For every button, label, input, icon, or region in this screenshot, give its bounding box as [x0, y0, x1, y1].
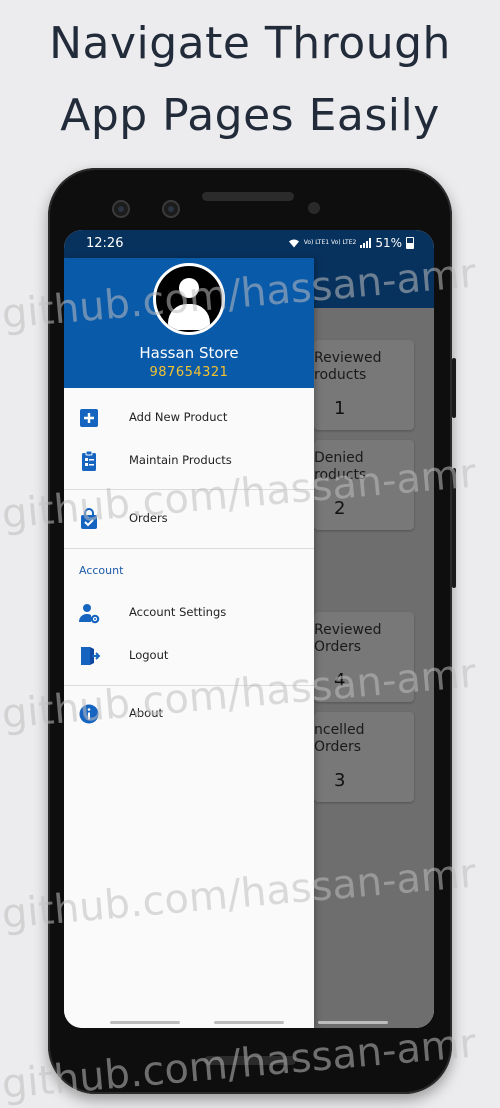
gesture-navigation-bar[interactable]: [64, 1018, 434, 1028]
info-icon: [79, 704, 99, 724]
network-label: Vo) LTE1 Vo) LTE2: [303, 239, 357, 246]
menu-item-label: Maintain Products: [129, 453, 232, 467]
signal-icon: [360, 238, 372, 248]
add-box-icon: [80, 409, 98, 427]
status-bar: 12:26 Vo) LTE1 Vo) LTE2 51%: [64, 230, 434, 258]
card-label: Orders: [314, 739, 362, 755]
menu-item-maintain-products[interactable]: Maintain Products: [64, 441, 314, 481]
front-camera-icon: [112, 200, 130, 218]
user-settings-icon: [79, 604, 100, 624]
front-camera-icon: [162, 200, 180, 218]
bottom-speaker: [204, 1056, 296, 1065]
navigation-drawer: Hassan Store 987654321 Add New Product M…: [64, 258, 314, 1028]
card-cancelled-orders[interactable]: ncelled Orders 3: [314, 712, 414, 802]
card-reviewed-products[interactable]: Reviewed roducts 1: [314, 340, 414, 430]
nav-indicator: [318, 1021, 388, 1024]
card-value: 4: [334, 670, 346, 691]
card-label: Reviewed: [314, 350, 382, 366]
headline-line-1: Navigate Through: [49, 18, 451, 69]
divider: [64, 548, 314, 549]
card-value: 2: [334, 498, 346, 519]
background-dashboard: Reviewed roducts 1 Denied roducts 2 Review…: [314, 258, 434, 1028]
power-button: [452, 468, 456, 588]
card-label: ncelled: [314, 722, 365, 738]
card-label: Denied: [314, 450, 364, 466]
card-label: Reviewed: [314, 622, 382, 638]
divider: [64, 685, 314, 686]
drawer-header: Hassan Store 987654321: [64, 258, 314, 388]
menu-item-label: Add New Product: [129, 410, 228, 424]
phone-screen: 12:26 Vo) LTE1 Vo) LTE2 51% Reviewed rodu…: [64, 230, 434, 1028]
store-phone: 987654321: [149, 365, 229, 380]
earpiece-speaker: [202, 192, 294, 201]
menu-item-orders[interactable]: Orders: [64, 499, 314, 539]
menu-item-label: Logout: [129, 648, 169, 662]
battery-icon: [406, 237, 414, 249]
menu-item-label: About: [129, 706, 164, 720]
menu-item-label: Account Settings: [129, 605, 227, 619]
headline: Navigate Through App Pages Easily: [0, 8, 500, 152]
menu-item-account-settings[interactable]: Account Settings: [64, 593, 314, 633]
card-label: Orders: [314, 639, 362, 655]
background-toolbar: [314, 258, 434, 308]
card-reviewed-orders[interactable]: Reviewed Orders 4: [314, 612, 414, 702]
menu-item-label: Orders: [129, 511, 168, 525]
divider: [64, 489, 314, 490]
menu-item-add-new-product[interactable]: Add New Product: [64, 398, 314, 438]
card-denied-products[interactable]: Denied roducts 2: [314, 440, 414, 530]
headline-line-2: App Pages Easily: [60, 90, 440, 141]
logout-icon: [81, 647, 100, 665]
proximity-sensor: [308, 202, 320, 214]
shopping-bag-icon: [81, 508, 97, 529]
volume-button: [452, 358, 456, 418]
store-name: Hassan Store: [139, 344, 239, 362]
card-label: roducts: [314, 367, 367, 383]
nav-indicator: [214, 1021, 284, 1024]
menu-item-logout[interactable]: Logout: [64, 636, 314, 676]
phone-frame: 12:26 Vo) LTE1 Vo) LTE2 51% Reviewed rodu…: [48, 168, 456, 1094]
status-time: 12:26: [86, 236, 124, 251]
section-title-account: Account: [79, 564, 124, 577]
card-label: roducts: [314, 467, 367, 483]
status-icons: Vo) LTE1 Vo) LTE2 51%: [288, 236, 414, 250]
avatar[interactable]: [153, 263, 225, 335]
nav-indicator: [110, 1021, 180, 1024]
menu-item-about[interactable]: About: [64, 694, 314, 734]
card-value: 1: [334, 398, 346, 419]
clipboard-icon: [82, 450, 96, 471]
battery-percent: 51%: [375, 236, 402, 250]
card-value: 3: [334, 770, 346, 791]
wifi-icon: [288, 239, 299, 248]
